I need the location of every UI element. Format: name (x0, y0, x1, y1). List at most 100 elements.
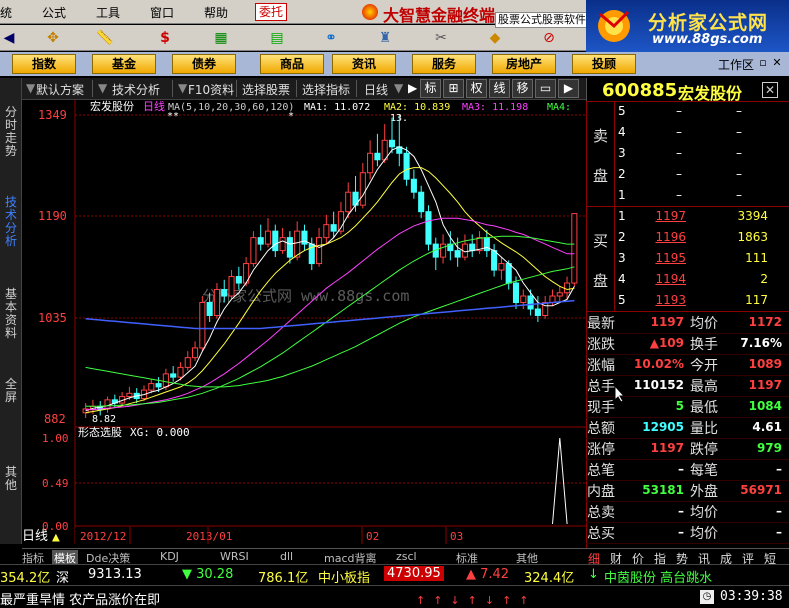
btab-dll[interactable]: dll (280, 550, 293, 563)
diamond-icon[interactable]: ◆ (486, 29, 504, 47)
cat-fund-button[interactable]: 基金 (92, 54, 156, 74)
candle-body[interactable] (367, 152, 374, 174)
ruler-icon[interactable]: 📏 (96, 29, 114, 47)
menu-window[interactable]: 窗口 (150, 4, 174, 21)
tab-tech-arrow-icon[interactable]: ▼ (98, 81, 107, 95)
sell-level-price[interactable]: – (676, 188, 682, 202)
candle-body[interactable] (104, 399, 111, 410)
vtab-basic-info[interactable]: 基本资料 (3, 288, 19, 340)
candle-body[interactable] (498, 263, 505, 271)
kline-svg[interactable]: 1349 1190 1035 882 1.00 0.49 0.00 宏发股份 日… (22, 99, 586, 545)
sell-level-price[interactable]: – (676, 125, 682, 139)
candle-body[interactable] (206, 302, 213, 316)
tab-tech-analysis[interactable]: 技术分析 (112, 81, 160, 98)
candle-body[interactable] (148, 383, 155, 391)
cat-bond-button[interactable]: 债券 (172, 54, 236, 74)
candle-body[interactable] (228, 276, 235, 297)
candle-body[interactable] (184, 357, 191, 368)
candle-body[interactable] (294, 230, 301, 258)
btab-wrsi[interactable]: WRSI (220, 550, 249, 563)
sell-level-price[interactable]: – (676, 146, 682, 160)
candle-body[interactable] (199, 302, 206, 349)
tab-arrow-icon[interactable]: ▼ (26, 81, 35, 95)
candle-body[interactable] (527, 295, 534, 310)
candle-body[interactable] (272, 230, 279, 252)
candle-body[interactable] (155, 383, 162, 388)
prev-icon[interactable]: ◀ (0, 29, 18, 47)
buy-level-price[interactable]: 1197 (626, 209, 686, 223)
biao-button[interactable]: 标 (420, 79, 441, 98)
period-mark-triangle-icon[interactable]: ▲ (52, 530, 60, 545)
candle-body[interactable] (403, 152, 410, 180)
chart-icon[interactable]: ▤ (268, 29, 286, 47)
candle-body[interactable] (162, 373, 169, 388)
vtab-intraday[interactable]: 分时走势 (3, 106, 19, 158)
sell-level-price[interactable]: – (676, 167, 682, 181)
cat-service-button[interactable]: 服务 (412, 54, 476, 74)
menu-formula[interactable]: 公式 (42, 4, 66, 21)
bell-icon[interactable]: ♜ (376, 29, 394, 47)
btab-kdj[interactable]: KDJ (160, 550, 179, 563)
btab-zscl[interactable]: zscl (396, 550, 417, 563)
candle-body[interactable] (512, 282, 520, 304)
tab-default-scheme[interactable]: 默认方案 (36, 81, 84, 98)
tab-f10-arrow-icon[interactable]: ▼ (178, 81, 187, 95)
candle-body[interactable] (279, 237, 286, 252)
window-button-icon[interactable]: ▭ (535, 79, 556, 98)
scissors-icon[interactable]: ✂ (432, 29, 450, 47)
candle-body[interactable] (286, 237, 293, 258)
candle-body[interactable] (359, 172, 366, 206)
candle-body[interactable] (388, 139, 396, 148)
candle-body[interactable] (505, 263, 512, 284)
candle-body[interactable] (192, 347, 199, 359)
menu-help[interactable]: 帮助 (204, 4, 228, 21)
news-ticker-left[interactable]: 最严重旱情 农产品涨价在即 (0, 589, 160, 608)
candle-body[interactable] (410, 178, 417, 193)
tab-period[interactable]: 日线 (364, 81, 388, 98)
next-button-icon[interactable]: ▶ (558, 79, 579, 98)
sell-level-price[interactable]: – (676, 104, 682, 118)
close-icon[interactable]: ✕ (770, 57, 784, 71)
candle-body[interactable] (564, 282, 571, 294)
buy-level-price[interactable]: 1193 (626, 293, 686, 307)
candle-body[interactable] (170, 373, 177, 378)
cat-index-button[interactable]: 指数 (12, 54, 76, 74)
candle-body[interactable] (374, 152, 381, 161)
candle-body[interactable] (549, 295, 556, 304)
buy-level-price[interactable]: 1194 (626, 272, 686, 286)
candle-body[interactable] (556, 292, 563, 297)
candle-body[interactable] (425, 211, 432, 245)
minimize-icon[interactable]: – (742, 57, 756, 71)
signal-icon[interactable]: ▦ (212, 29, 230, 47)
candle-body[interactable] (534, 308, 541, 316)
candle-body[interactable] (469, 243, 476, 252)
weituo-button[interactable]: 委托 (255, 3, 287, 21)
candle-body[interactable] (330, 224, 337, 232)
sme-label[interactable]: 中小板指 (318, 567, 370, 586)
panel-close-icon[interactable]: ✕ (762, 82, 778, 98)
candle-body[interactable] (520, 295, 527, 304)
candle-body[interactable] (316, 237, 323, 265)
candle-body[interactable] (571, 213, 578, 284)
candle-body[interactable] (126, 392, 133, 398)
candle-body[interactable] (250, 237, 257, 265)
tab-select-stock[interactable]: 选择股票 (242, 81, 290, 98)
tab-play-icon[interactable]: ▶ (408, 81, 417, 95)
candle-body[interactable] (418, 191, 425, 213)
cat-commodity-button[interactable]: 商品 (260, 54, 324, 74)
restore-icon[interactable]: ▫ (756, 57, 770, 71)
candle-body[interactable] (177, 366, 184, 378)
news-ticker-right[interactable]: 中茵股份 高台跳水 (604, 567, 712, 586)
grid-button-icon[interactable]: ⊞ (443, 79, 464, 98)
binoculars-icon[interactable]: ⚭ (322, 29, 340, 47)
xian-button[interactable]: 线 (489, 79, 510, 98)
vtab-fullscreen[interactable]: 全屏 (3, 378, 19, 404)
menu-tools[interactable]: 工具 (96, 4, 120, 21)
dollar-icon[interactable]: $ (156, 29, 174, 47)
vtab-other[interactable]: 其他 (3, 466, 19, 492)
quan-button[interactable]: 权 (466, 79, 487, 98)
tab-f10[interactable]: F10资料 (188, 81, 234, 98)
candle-body[interactable] (257, 237, 264, 245)
yi-button[interactable]: 移 (512, 79, 533, 98)
kline-chart[interactable]: 1349 1190 1035 882 1.00 0.49 0.00 宏发股份 日… (22, 99, 586, 545)
